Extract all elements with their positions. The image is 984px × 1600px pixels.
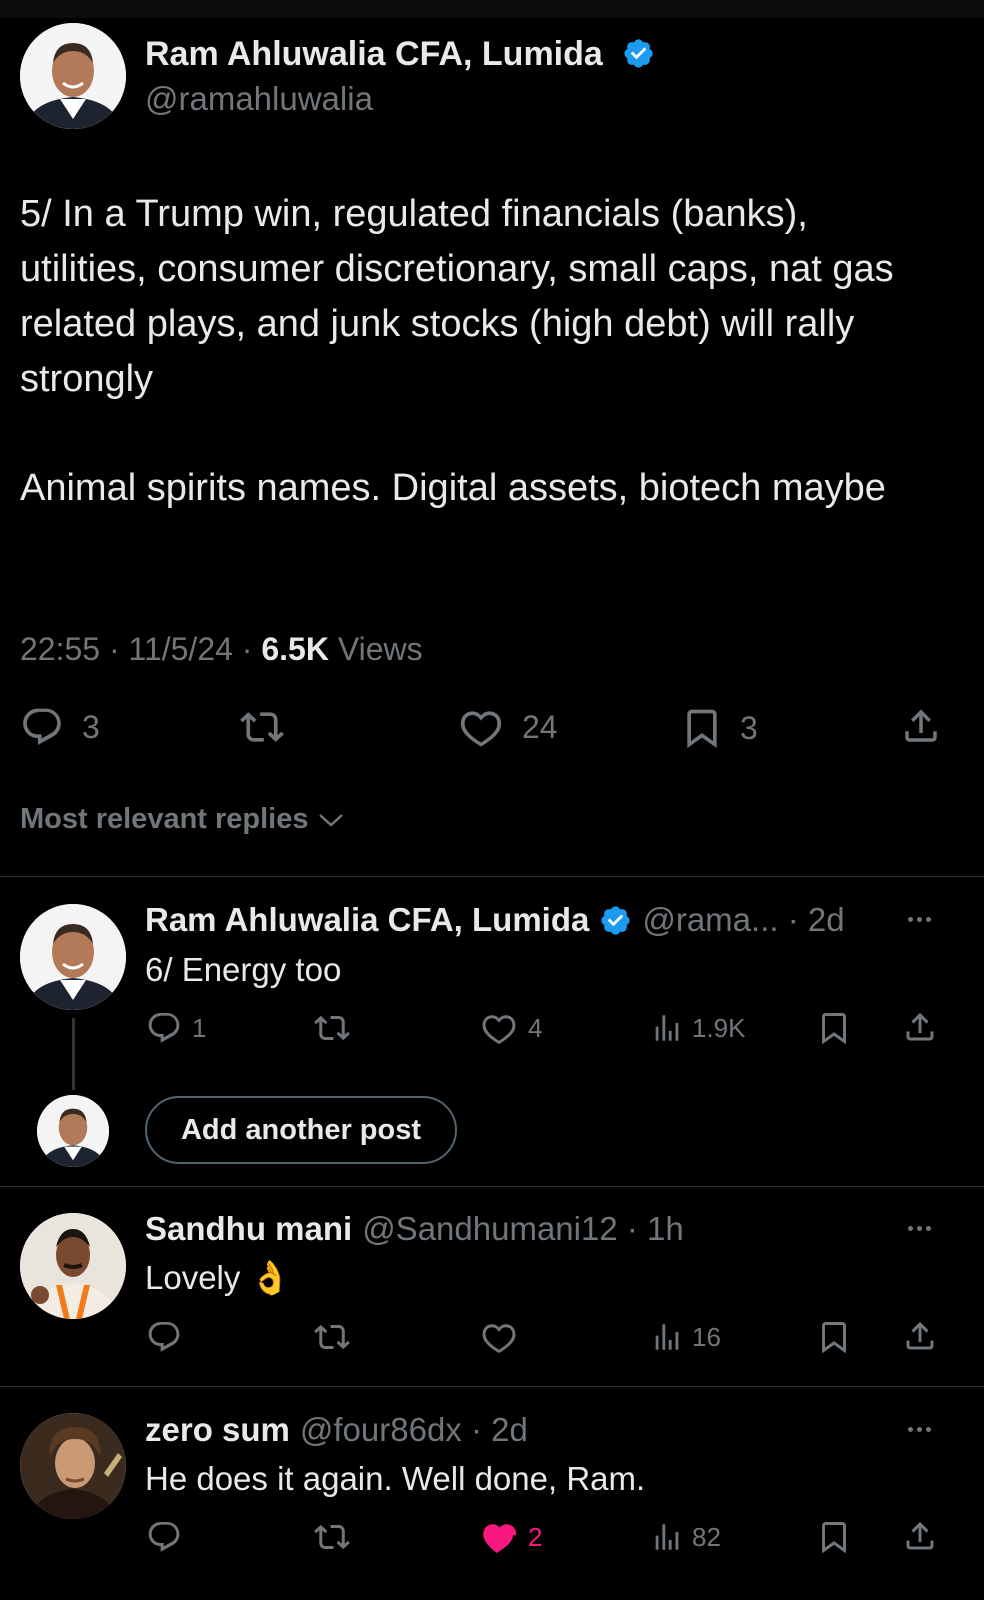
reply-icon	[146, 1010, 182, 1046]
bookmark-icon	[680, 705, 724, 751]
reply-handle-time[interactable]: @four86dx · 2d	[300, 1410, 528, 1450]
like-button[interactable]: 24	[458, 705, 558, 749]
share-icon	[902, 1317, 938, 1355]
views-count: 16	[692, 1321, 721, 1352]
reply-icon	[20, 705, 64, 749]
reply-avatar[interactable]	[20, 904, 126, 1010]
reply-icon	[146, 1319, 182, 1355]
current-user-avatar[interactable]	[37, 1095, 109, 1167]
verified-badge-icon	[599, 904, 632, 937]
share-icon	[902, 1008, 938, 1046]
share-button[interactable]	[902, 1008, 938, 1046]
reply-author-name[interactable]: Ram Ahluwalia CFA, Lumida	[145, 900, 589, 940]
reply-handle-time[interactable]: @Sandhumani12 · 1h	[362, 1209, 684, 1249]
verified-badge-icon	[622, 37, 655, 70]
views-button[interactable]: 16	[650, 1319, 721, 1355]
share-button[interactable]	[902, 1317, 938, 1355]
like-count: 24	[522, 708, 558, 745]
repost-icon	[312, 1319, 352, 1355]
views-count: 1.9K	[692, 1012, 746, 1043]
reply-button[interactable]: 1	[146, 1010, 206, 1046]
post-meta: 22:55 · 11/5/24 · 6.5K Views	[20, 630, 423, 668]
repost-button[interactable]	[238, 705, 286, 749]
reply-icon	[146, 1519, 182, 1555]
chevron-down-icon	[317, 810, 345, 830]
repost-button[interactable]	[312, 1519, 352, 1555]
reply-button[interactable]	[146, 1319, 182, 1355]
like-count: 4	[528, 1012, 543, 1043]
like-button[interactable]	[480, 1319, 518, 1355]
analytics-icon	[650, 1010, 684, 1046]
more-options-icon[interactable]	[908, 1427, 931, 1432]
like-count: 2	[528, 1521, 543, 1552]
reply-handle-time[interactable]: @rama... · 2d	[642, 900, 844, 940]
reply-sort-selector[interactable]: Most relevant replies	[20, 803, 345, 836]
share-icon	[900, 703, 942, 749]
heart-filled-icon	[480, 1519, 518, 1555]
reply-text: 6/ Energy too	[145, 951, 342, 988]
divider	[0, 1186, 984, 1187]
reply-header: Ram Ahluwalia CFA, Lumida @rama... · 2d	[145, 900, 845, 940]
bookmark-icon	[816, 1318, 852, 1356]
author-handle[interactable]: @ramahluwalia	[145, 80, 373, 118]
divider	[0, 876, 984, 877]
repost-icon	[312, 1010, 352, 1046]
reply-button[interactable]	[146, 1519, 182, 1555]
bookmark-button[interactable]: 3	[680, 705, 758, 751]
meta-separator: ·	[241, 631, 253, 667]
thread-line	[72, 1018, 75, 1090]
author-avatar[interactable]	[20, 23, 126, 129]
reply-author-name[interactable]: Sandhu mani	[145, 1209, 352, 1249]
heart-icon	[458, 705, 504, 749]
repost-icon	[312, 1519, 352, 1555]
reply-count: 3	[82, 708, 100, 745]
reply-header: Sandhu mani @Sandhumani12 · 1h	[145, 1209, 684, 1249]
views-button[interactable]: 82	[650, 1519, 721, 1555]
repost-button[interactable]	[312, 1010, 352, 1046]
reply-text: He does it again. Well done, Ram.	[145, 1460, 646, 1497]
bookmark-button[interactable]	[816, 1009, 852, 1047]
bookmark-button[interactable]	[816, 1318, 852, 1356]
views-button[interactable]: 1.9K	[650, 1010, 746, 1046]
reply-avatar[interactable]	[20, 1413, 126, 1519]
reply-button[interactable]: 3	[20, 705, 100, 749]
like-button-active[interactable]: 2	[480, 1519, 542, 1555]
post-text-paragraph-2: Animal spirits names. Digital assets, bi…	[20, 467, 886, 509]
reply-author-name[interactable]: zero sum	[145, 1410, 290, 1450]
reply-text: Lovely 👌	[145, 1259, 291, 1296]
reply-count: 1	[192, 1012, 207, 1043]
author-name[interactable]: Ram Ahluwalia CFA, Lumida	[145, 34, 603, 74]
views-count: 6.5K	[261, 631, 329, 667]
views-count: 82	[692, 1521, 721, 1552]
analytics-icon	[650, 1319, 684, 1355]
like-button[interactable]: 4	[480, 1010, 542, 1046]
share-button[interactable]	[902, 1517, 938, 1555]
analytics-icon	[650, 1519, 684, 1555]
post-time[interactable]: 22:55	[20, 631, 100, 667]
post-date[interactable]: 11/5/24	[129, 631, 233, 667]
reply-sort-label: Most relevant replies	[20, 803, 309, 835]
bookmark-button[interactable]	[816, 1518, 852, 1556]
more-options-icon[interactable]	[908, 1226, 931, 1231]
more-options-icon[interactable]	[908, 917, 931, 922]
reply-header: zero sum @four86dx · 2d	[145, 1410, 528, 1450]
share-button[interactable]	[900, 703, 942, 749]
bookmark-icon	[816, 1518, 852, 1556]
heart-icon	[480, 1010, 518, 1046]
repost-button[interactable]	[312, 1319, 352, 1355]
bookmark-icon	[816, 1009, 852, 1047]
bookmark-count: 3	[740, 709, 758, 746]
top-status-strip	[0, 0, 984, 18]
heart-icon	[480, 1319, 518, 1355]
post-text-paragraph-1: 5/ In a Trump win, regulated financials …	[20, 193, 894, 400]
divider	[0, 1386, 984, 1387]
add-another-post-button[interactable]: Add another post	[145, 1096, 457, 1164]
reply-avatar[interactable]	[20, 1213, 126, 1319]
meta-separator: ·	[108, 631, 120, 667]
share-icon	[902, 1517, 938, 1555]
views-label: Views	[337, 631, 423, 667]
repost-icon	[238, 705, 286, 749]
